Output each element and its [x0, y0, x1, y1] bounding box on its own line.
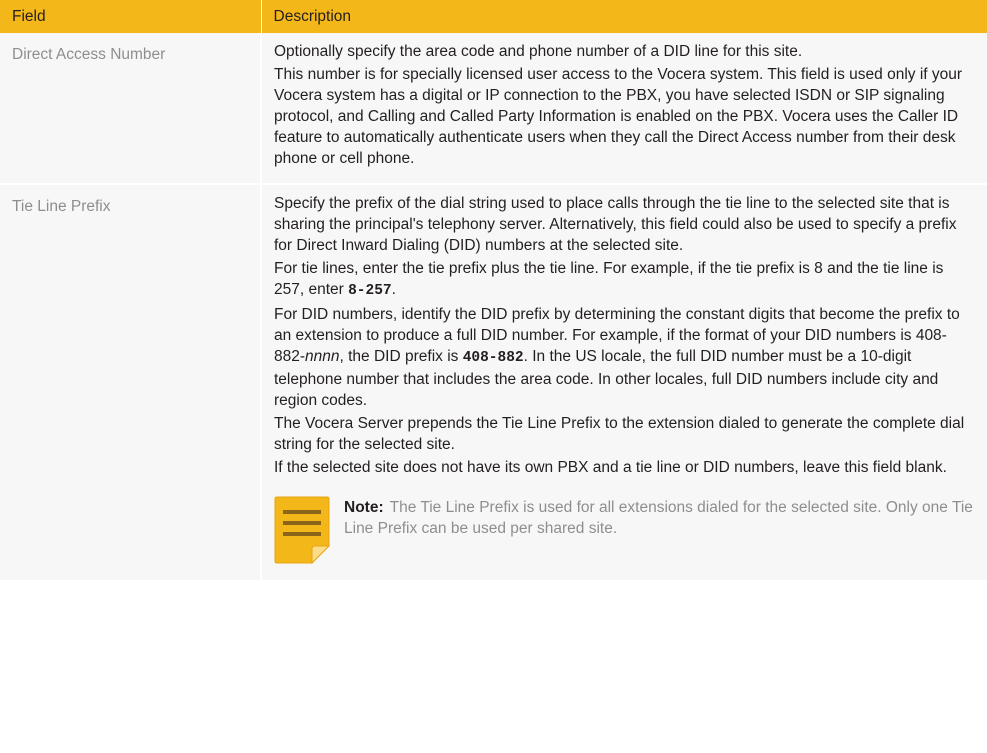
field-description-table: Field Description Direct Access Number O…: [0, 0, 987, 582]
code-example-tie: 8-257: [348, 283, 392, 299]
code-example-did: 408-882: [462, 350, 524, 366]
note-icon: [274, 496, 330, 564]
table-header-row: Field Description: [0, 0, 987, 33]
note-text: Note: The Tie Line Prefix is used for all…: [344, 496, 975, 539]
description-cell: Specify the prefix of the dial string us…: [261, 184, 987, 582]
table-row: Direct Access Number Optionally specify …: [0, 33, 987, 185]
table-row: Tie Line Prefix Specify the prefix of th…: [0, 184, 987, 582]
description-cell: Optionally specify the area code and pho…: [261, 33, 987, 185]
description-paragraph: This number is for specially licensed us…: [274, 66, 963, 167]
note-label: Note:: [344, 499, 384, 516]
description-paragraph: Optionally specify the area code and pho…: [274, 43, 803, 60]
note-callout: Note: The Tie Line Prefix is used for all…: [274, 496, 975, 564]
description-paragraph: For DID numbers, identify the DID prefix…: [274, 304, 975, 411]
header-field: Field: [0, 0, 262, 33]
description-paragraph: For tie lines, enter the tie prefix plus…: [274, 258, 975, 302]
header-description: Description: [261, 0, 987, 33]
description-paragraph: The Vocera Server prepends the Tie Line …: [274, 415, 965, 453]
description-paragraph: If the selected site does not have its o…: [274, 459, 947, 476]
field-name-tie-line-prefix: Tie Line Prefix: [0, 184, 262, 582]
description-paragraph: Specify the prefix of the dial string us…: [274, 195, 957, 254]
italic-placeholder: nnnn: [305, 348, 340, 365]
note-body: The Tie Line Prefix is used for all exte…: [344, 499, 973, 537]
text-segment: , the DID prefix is: [339, 348, 463, 365]
text-segment: .: [391, 281, 396, 298]
field-name-direct-access-number: Direct Access Number: [0, 33, 262, 185]
